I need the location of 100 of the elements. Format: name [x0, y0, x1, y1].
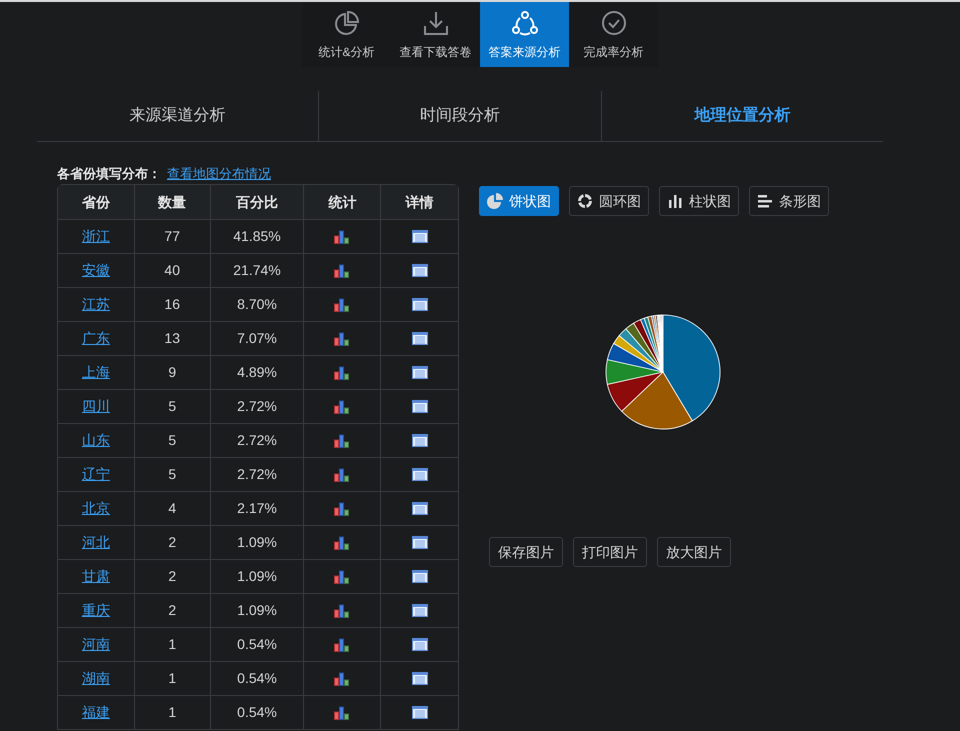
- table-cell: 1: [134, 628, 210, 661]
- chart-type-button[interactable]: 圆环图: [569, 186, 649, 216]
- bar-chart-icon[interactable]: [334, 536, 350, 550]
- action-button[interactable]: 打印图片: [573, 537, 647, 567]
- province-link[interactable]: 辽宁: [82, 464, 110, 485]
- action-button[interactable]: 保存图片: [489, 537, 563, 567]
- province-link[interactable]: 山东: [82, 430, 110, 451]
- pie-chart-icon: [332, 8, 360, 36]
- province-link[interactable]: 湖南: [82, 668, 110, 689]
- list-icon[interactable]: [412, 468, 428, 481]
- table-cell: 0.54%: [210, 628, 304, 661]
- action-button[interactable]: 放大图片: [657, 537, 731, 567]
- province-link[interactable]: 江苏: [82, 294, 110, 315]
- column-header: 省份: [80, 192, 111, 212]
- table-cell: 8.70%: [210, 288, 304, 321]
- province-link[interactable]: 河北: [82, 532, 110, 553]
- section-tab[interactable]: 时间段分析: [318, 91, 601, 141]
- table-cell: 2.72%: [210, 458, 304, 491]
- table-cell: 9: [134, 356, 210, 389]
- column-chart-icon: [667, 193, 683, 209]
- table-cell: 1.09%: [210, 594, 304, 627]
- bar-chart-icon[interactable]: [334, 332, 350, 346]
- bar-chart-icon[interactable]: [334, 706, 350, 720]
- province-link[interactable]: 广东: [82, 328, 110, 349]
- table-cell: 5: [134, 458, 210, 491]
- table-cell: 1.09%: [210, 526, 304, 559]
- list-icon[interactable]: [412, 604, 428, 617]
- bar-chart-icon[interactable]: [334, 604, 350, 618]
- bar-chart-icon[interactable]: [334, 570, 350, 584]
- bar-chart-icon[interactable]: [334, 400, 350, 414]
- list-icon[interactable]: [412, 298, 428, 311]
- table-cell: 7.07%: [210, 322, 304, 355]
- column-header: 详情: [380, 185, 458, 219]
- bar-chart-icon[interactable]: [334, 672, 350, 686]
- province-link[interactable]: 上海: [82, 362, 110, 383]
- bar-chart-icon[interactable]: [334, 468, 350, 482]
- bar-chart-icon[interactable]: [334, 638, 350, 652]
- table-cell: 0.54%: [210, 662, 304, 695]
- province-link[interactable]: 重庆: [82, 600, 110, 621]
- table-cell: 1.09%: [210, 560, 304, 593]
- province-link[interactable]: 安徽: [82, 260, 110, 281]
- list-icon[interactable]: [412, 570, 428, 583]
- province-link[interactable]: 甘肃: [82, 566, 110, 587]
- column-header: 统计: [303, 185, 380, 219]
- list-icon[interactable]: [412, 536, 428, 549]
- table-cell: 41.85%: [210, 220, 304, 253]
- bar-chart-icon[interactable]: [334, 264, 350, 278]
- list-icon[interactable]: [412, 638, 428, 651]
- table-cell: 4: [134, 492, 210, 525]
- column-header: 百分比: [210, 185, 304, 219]
- ring-chart-icon: [577, 193, 593, 209]
- table-cell: 2.72%: [210, 424, 304, 457]
- pie-chart-icon: [487, 193, 503, 209]
- list-icon[interactable]: [412, 366, 428, 379]
- bar-chart-icon[interactable]: [334, 366, 350, 380]
- list-icon[interactable]: [412, 706, 428, 719]
- province-link[interactable]: 浙江: [82, 226, 110, 247]
- table-cell: 2: [134, 526, 210, 559]
- nav-tab[interactable]: 统计&分析: [302, 2, 391, 67]
- list-icon[interactable]: [412, 434, 428, 447]
- nav-tab[interactable]: 答案来源分析: [480, 2, 569, 67]
- section-tab[interactable]: 地理位置分析: [600, 91, 883, 141]
- list-icon[interactable]: [412, 400, 428, 413]
- list-icon[interactable]: [412, 502, 428, 515]
- nav-tab[interactable]: 查看下载答卷: [391, 2, 480, 67]
- table-cell: 21.74%: [210, 254, 304, 287]
- table-cell: 13: [134, 322, 210, 355]
- list-icon[interactable]: [412, 264, 428, 277]
- list-icon[interactable]: [412, 332, 428, 345]
- table-cell: 5: [134, 390, 210, 423]
- province-link[interactable]: 福建: [82, 702, 110, 723]
- bar-chart-icon[interactable]: [334, 434, 350, 448]
- table-cell: 77: [134, 220, 210, 253]
- list-icon[interactable]: [412, 230, 428, 243]
- table-cell: 16: [134, 288, 210, 321]
- table-cell: 2.17%: [210, 492, 304, 525]
- table-cell: 40: [134, 254, 210, 287]
- table-cell: 0.54%: [210, 696, 304, 729]
- table-cell: 4.89%: [210, 356, 304, 389]
- bar-chart-icon[interactable]: [334, 502, 350, 516]
- list-icon[interactable]: [412, 672, 428, 685]
- table-cell: 1: [134, 662, 210, 695]
- chart-type-button[interactable]: 柱状图: [659, 186, 739, 216]
- chart-type-button[interactable]: 饼状图: [479, 186, 559, 216]
- chart-type-button[interactable]: 条形图: [749, 186, 829, 216]
- table-cell: 1: [134, 696, 210, 729]
- check-circle-icon: [600, 8, 628, 36]
- province-link[interactable]: 河南: [82, 634, 110, 655]
- bar-chart-icon[interactable]: [334, 230, 350, 244]
- bar-chart-icon[interactable]: [334, 298, 350, 312]
- province-link[interactable]: 四川: [82, 396, 110, 417]
- table-title: 各省份填写分布：: [57, 165, 161, 184]
- table-cell: 2.72%: [210, 390, 304, 423]
- table-cell: 2: [134, 594, 210, 627]
- province-link[interactable]: 北京: [82, 498, 110, 519]
- table-cell: 5: [134, 424, 210, 457]
- share-icon: [510, 8, 538, 36]
- map-link[interactable]: 查看地图分布情况: [167, 164, 271, 184]
- section-tab[interactable]: 来源渠道分析: [37, 91, 318, 141]
- nav-tab[interactable]: 完成率分析: [569, 2, 658, 67]
